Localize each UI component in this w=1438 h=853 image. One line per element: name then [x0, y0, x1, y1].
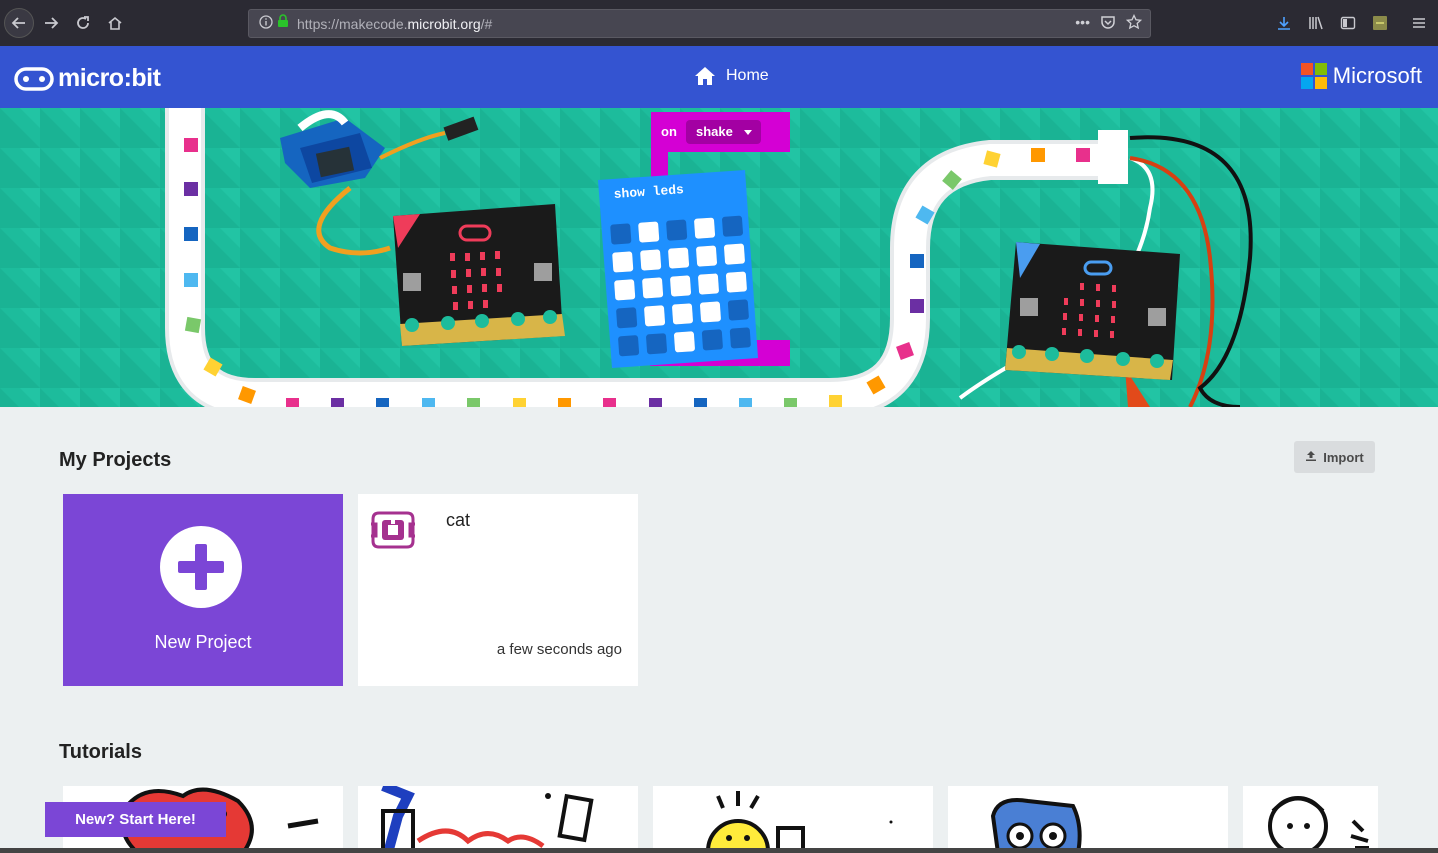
- smiley-illustration: [706, 791, 893, 853]
- new-project-card[interactable]: New Project: [63, 494, 343, 686]
- microsoft-logo[interactable]: Microsoft: [1300, 63, 1422, 89]
- back-button[interactable]: [4, 8, 34, 38]
- window-bottom-edge: [0, 848, 1438, 853]
- browser-toolbar: https://makecode.microbit.org/# •••: [0, 0, 1438, 46]
- app-header: micro:bit Home Microsoft: [0, 46, 1438, 108]
- info-icon[interactable]: [259, 15, 273, 32]
- project-card[interactable]: cat a few seconds ago: [358, 494, 638, 686]
- microbit-logo-icon: [14, 66, 54, 91]
- tutorial-card-name-tag[interactable]: [358, 786, 638, 853]
- star-icon[interactable]: [1125, 13, 1143, 33]
- start-here-button[interactable]: New? Start Here!: [45, 802, 226, 837]
- name-tag-illustration: [381, 786, 594, 853]
- lock-icon: [277, 14, 289, 33]
- project-name: cat: [446, 510, 471, 530]
- menu-icon[interactable]: [1408, 12, 1430, 34]
- logo-text: micro:bit: [58, 64, 161, 92]
- reload-button[interactable]: [68, 8, 98, 38]
- sidebar-icon[interactable]: [1337, 12, 1359, 34]
- extension-icon[interactable]: [1369, 12, 1391, 34]
- reload-icon: [77, 16, 89, 29]
- page-actions-button[interactable]: •••: [1075, 14, 1090, 33]
- url-bar[interactable]: https://makecode.microbit.org/# •••: [248, 9, 1151, 38]
- dice-illustration: [990, 798, 1082, 853]
- microbit-logo[interactable]: micro:bit: [14, 64, 161, 93]
- face-illustration: [1268, 796, 1369, 853]
- microsoft-text: Microsoft: [1332, 63, 1422, 88]
- home-label: Home: [726, 67, 769, 84]
- tutorial-card-smiley-buttons[interactable]: [653, 786, 933, 853]
- import-label: Import: [1323, 449, 1364, 465]
- home-icon: [695, 67, 715, 85]
- home-icon: [108, 16, 122, 30]
- shake-dropdown-label: shake: [696, 124, 733, 139]
- on-block-label: on: [661, 124, 677, 139]
- microbit-board-right: [1005, 242, 1180, 380]
- pocket-icon[interactable]: [1100, 14, 1116, 33]
- download-icon[interactable]: [1273, 12, 1295, 34]
- browser-home-button[interactable]: [100, 8, 130, 38]
- project-icon: [370, 510, 416, 555]
- microsoft-logo-icon: [1300, 63, 1327, 89]
- import-button[interactable]: Import: [1294, 441, 1375, 473]
- forward-icon: [45, 17, 59, 29]
- url-actions: •••: [1075, 13, 1143, 33]
- tutorial-card-dice[interactable]: [948, 786, 1228, 853]
- microbit-board-left: [393, 204, 565, 346]
- library-icon[interactable]: [1305, 12, 1327, 34]
- upload-icon: [1305, 450, 1317, 465]
- back-icon: [11, 17, 25, 29]
- hero-illustration: on shake show leds: [0, 108, 1438, 407]
- forward-button[interactable]: [36, 8, 66, 38]
- tutorials-title: Tutorials: [59, 741, 142, 763]
- home-nav-button[interactable]: Home: [694, 66, 769, 86]
- tutorial-card-love-meter[interactable]: [1243, 786, 1378, 853]
- hero-banner: on shake show leds: [0, 108, 1438, 407]
- new-project-label: New Project: [154, 632, 252, 652]
- my-projects-title: My Projects: [59, 449, 172, 471]
- plus-icon: [160, 526, 242, 608]
- project-timestamp: a few seconds ago: [496, 641, 622, 658]
- url-text: https://makecode.microbit.org/#: [297, 15, 493, 32]
